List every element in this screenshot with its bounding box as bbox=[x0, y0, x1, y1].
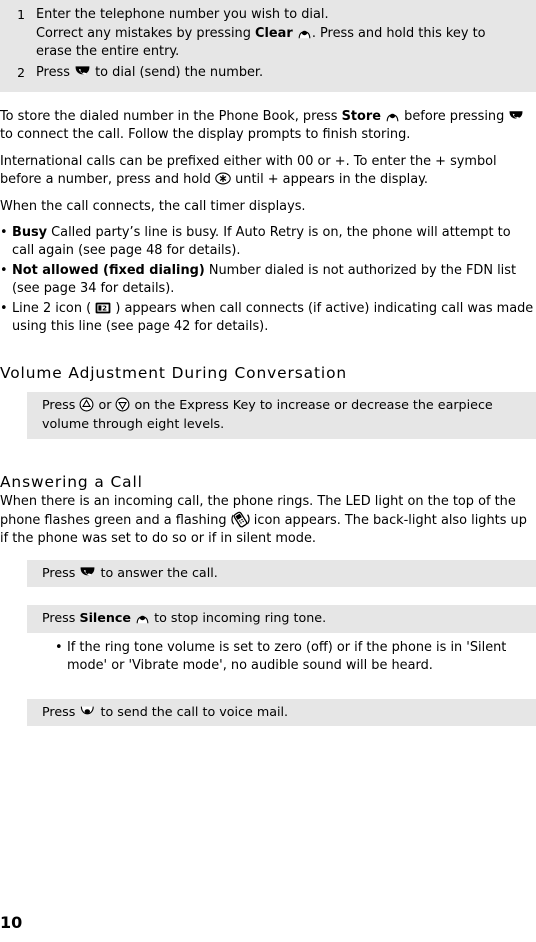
bullet-busy: Busy Called party’s line is busy. If Aut… bbox=[12, 224, 536, 261]
step-text: Press to dial (send) the number. bbox=[36, 64, 528, 83]
busy-label: Busy bbox=[12, 225, 48, 241]
asterisk-key-icon bbox=[215, 172, 231, 185]
send-key-icon bbox=[508, 109, 524, 124]
silence-label: Silence bbox=[79, 610, 132, 626]
line2-text-1: Line 2 icon ( bbox=[12, 300, 96, 316]
voicemail-softkey-icon bbox=[79, 705, 96, 720]
voicemail-band: Press to send the call to voice mail. bbox=[27, 698, 536, 727]
international-text-2: until + appears in the display. bbox=[231, 172, 429, 188]
volume-instruction-band: Press or on the Express Key to increase … bbox=[27, 392, 536, 439]
bullet-item: • Busy Called party’s line is busy. If A… bbox=[0, 224, 536, 261]
bullet-marker: • bbox=[0, 300, 8, 316]
silence-softkey-icon bbox=[135, 610, 150, 625]
silence-text-2: to stop incoming ring tone. bbox=[150, 610, 327, 626]
call-timer-paragraph: When the call connects, the call timer d… bbox=[0, 198, 306, 214]
volume-down-key-icon bbox=[115, 397, 130, 412]
page-number: 10 bbox=[0, 913, 23, 932]
international-paragraph: International calls can be prefixed eith… bbox=[0, 153, 536, 190]
bullet-not-allowed: Not allowed (fixed dialing) Number diale… bbox=[12, 262, 536, 299]
section-heading-answering: Answering a Call bbox=[0, 472, 143, 491]
body-content: To store the dialed number in the Phone … bbox=[0, 108, 536, 727]
answer-text-2: to answer the call. bbox=[96, 564, 218, 580]
bullet-item: • Line 2 icon ( 2 ) appears when call co… bbox=[0, 300, 536, 337]
step-item: 1 Enter the telephone number you wish to… bbox=[0, 6, 528, 62]
send-key-icon bbox=[74, 64, 91, 80]
section-heading-volume: Volume Adjustment During Conversation bbox=[0, 364, 348, 383]
silence-sub-bullets: • If the ring tone volume is set to zero… bbox=[55, 639, 536, 676]
numbered-steps-band: 1 Enter the telephone number you wish to… bbox=[0, 0, 536, 92]
voicemail-text-1: Press bbox=[42, 703, 80, 719]
band-spacer bbox=[0, 677, 536, 699]
call-status-bullets: • Busy Called party’s line is busy. If A… bbox=[0, 224, 536, 336]
step-text: Enter the telephone number you wish to d… bbox=[36, 6, 528, 62]
svg-text:2: 2 bbox=[102, 304, 107, 312]
bullet-item: • If the ring tone volume is set to zero… bbox=[55, 639, 528, 676]
volume-up-key-icon bbox=[79, 397, 94, 412]
volume-text-2: or bbox=[94, 397, 116, 413]
store-label: Store bbox=[341, 109, 381, 124]
silent-mode-note: If the ring tone volume is set to zero (… bbox=[67, 640, 507, 674]
step-2-suffix: to dial (send) the number. bbox=[91, 64, 264, 80]
store-text-3: to connect the call. Follow the display … bbox=[0, 127, 411, 143]
bullet-item: • Not allowed (fixed dialing) Number dia… bbox=[0, 262, 536, 299]
bullet-marker: • bbox=[55, 640, 63, 656]
bullet-marker: • bbox=[0, 262, 8, 278]
store-text-2: before pressing bbox=[400, 109, 509, 124]
manual-page: 1 Enter the telephone number you wish to… bbox=[0, 0, 536, 942]
silence-band: Press Silence to stop incoming ring tone… bbox=[27, 605, 536, 634]
step-1-line-2-prefix: Correct any mistakes by pressing bbox=[36, 25, 256, 41]
not-allowed-label: Not allowed (fixed dialing) bbox=[12, 262, 205, 278]
step-number: 1 bbox=[17, 7, 25, 22]
silence-text-1: Press bbox=[42, 610, 80, 626]
clear-softkey-icon bbox=[297, 25, 312, 40]
answer-call-band: Press to answer the call. bbox=[27, 559, 536, 588]
bullet-line2: Line 2 icon ( 2 ) appears when call conn… bbox=[12, 300, 536, 337]
band-spacer bbox=[0, 587, 536, 605]
step-item: 2 Press to dial (send) the number. bbox=[0, 64, 528, 83]
bullet-marker: • bbox=[0, 225, 8, 241]
incoming-call-icon bbox=[231, 511, 250, 528]
line2-indicator-icon: 2 bbox=[95, 302, 111, 314]
store-paragraph: To store the dialed number in the Phone … bbox=[0, 108, 536, 145]
step-2-prefix: Press bbox=[36, 64, 75, 80]
store-softkey-icon bbox=[385, 108, 400, 123]
answer-text-1: Press bbox=[42, 564, 80, 580]
step-1-line-1: Enter the telephone number you wish to d… bbox=[36, 7, 329, 22]
answering-intro-paragraph: When there is an incoming call, the phon… bbox=[0, 493, 536, 549]
busy-text: Called party’s line is busy. If Auto Ret… bbox=[12, 225, 511, 259]
volume-text-1: Press bbox=[42, 397, 80, 413]
send-key-icon bbox=[79, 565, 96, 581]
clear-label: Clear bbox=[255, 25, 293, 41]
store-text-1: To store the dialed number in the Phone … bbox=[0, 109, 342, 124]
numbered-steps-list: 1 Enter the telephone number you wish to… bbox=[0, 6, 528, 82]
voicemail-text-2: to send the call to voice mail. bbox=[96, 703, 289, 719]
step-number: 2 bbox=[17, 64, 25, 80]
